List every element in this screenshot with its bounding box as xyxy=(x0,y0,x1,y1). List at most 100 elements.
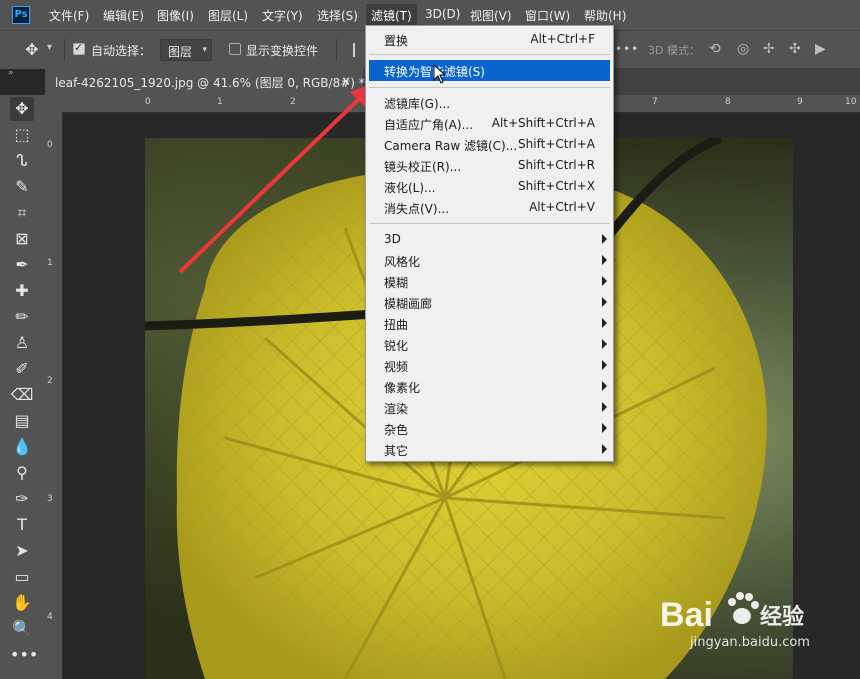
lasso-tool-icon[interactable]: ᔐ xyxy=(10,149,34,173)
blur-tool-icon[interactable]: 💧 xyxy=(10,435,34,459)
menu-3d[interactable]: 3D(D) xyxy=(425,7,460,21)
divider xyxy=(336,39,337,61)
crop-tool-icon[interactable]: ⌗ xyxy=(10,201,34,225)
show-transform-label: 显示变换控件 xyxy=(246,44,319,58)
submenu-arrow-icon xyxy=(602,234,607,244)
ruler-label: 10 xyxy=(845,97,857,107)
ruler-label: 1 xyxy=(217,97,223,107)
history-brush-tool-icon[interactable]: ✐ xyxy=(10,357,34,381)
menu-item-label: 滤镜库(G)... xyxy=(384,97,451,111)
menu-item-other[interactable]: 其它 xyxy=(366,439,613,460)
clone-stamp-tool-icon[interactable]: ♙ xyxy=(10,331,34,355)
menu-item-3d[interactable]: 3D xyxy=(366,229,613,250)
menu-item-stylize[interactable]: 风格化 xyxy=(366,250,613,271)
auto-select-checkbox[interactable] xyxy=(73,41,85,55)
healing-brush-tool-icon[interactable]: ✚ xyxy=(10,279,34,303)
collapse-panel-icon[interactable]: » xyxy=(8,68,14,78)
menu-item-blur[interactable]: 模糊 xyxy=(366,271,613,292)
document-tab-title: leaf-4262105_1920.jpg @ 41.6% (图层 0, RGB… xyxy=(55,76,365,90)
ruler-label: 9 xyxy=(797,97,803,107)
submenu-arrow-icon xyxy=(602,360,607,370)
menu-edit[interactable]: 编辑(E) xyxy=(103,7,144,24)
menu-item-camera-raw[interactable]: Camera Raw 滤镜(C)... Shift+Ctrl+A xyxy=(366,134,613,155)
submenu-arrow-icon xyxy=(602,297,607,307)
gradient-tool-icon[interactable]: ▤ xyxy=(10,409,34,433)
menu-divider xyxy=(369,223,610,224)
frame-tool-icon[interactable]: ⊠ xyxy=(10,227,34,251)
eyedropper-tool-icon[interactable]: ✒ xyxy=(10,253,34,277)
path-select-tool-icon[interactable]: ➤ xyxy=(10,539,34,563)
menu-item-pixelate[interactable]: 像素化 xyxy=(366,376,613,397)
menu-item-liquify[interactable]: 液化(L)... Shift+Ctrl+X xyxy=(366,176,613,197)
menu-view[interactable]: 视图(V) xyxy=(470,7,512,24)
hand-tool-icon[interactable]: ✋ xyxy=(10,591,34,615)
ruler-vertical: 0 1 2 3 4 xyxy=(45,112,63,679)
brush-tool-icon[interactable]: ✏ xyxy=(10,305,34,329)
quick-select-tool-icon[interactable]: ✎ xyxy=(10,175,34,199)
3d-camera-icon[interactable]: ▶ xyxy=(815,41,826,57)
menu-item-label: 模糊画廊 xyxy=(384,297,433,311)
menu-item-label: 自适应广角(A)... xyxy=(384,118,474,132)
menu-item-noise[interactable]: 杂色 xyxy=(366,418,613,439)
paw-icon xyxy=(728,592,759,624)
chevron-down-icon[interactable]: ▾ xyxy=(47,42,52,53)
type-tool-icon[interactable]: T xyxy=(10,513,34,537)
layer-select-dropdown[interactable]: 图层 ▾ xyxy=(160,39,212,61)
filter-dropdown-menu: 置换 Alt+Ctrl+F 转换为智能滤镜(S) 滤镜库(G)... 自适应广角… xyxy=(365,25,614,462)
ruler-label: 2 xyxy=(47,376,53,386)
menu-item-label: Camera Raw 滤镜(C)... xyxy=(384,139,518,153)
menu-item-convert-smart-filter[interactable]: 转换为智能滤镜(S) xyxy=(369,60,610,81)
menu-item-label: 渲染 xyxy=(384,402,409,416)
menu-item-sharpen[interactable]: 锐化 xyxy=(366,334,613,355)
move-tool-icon[interactable]: ✥ xyxy=(22,40,42,60)
menu-item-shortcut: Shift+Ctrl+R xyxy=(517,158,595,172)
submenu-arrow-icon xyxy=(602,318,607,328)
document-tab[interactable]: leaf-4262105_1920.jpg @ 41.6% (图层 0, RGB… xyxy=(45,68,365,95)
menu-filter[interactable]: 滤镜(T) xyxy=(366,4,417,27)
menu-item-label: 消失点(V)... xyxy=(384,202,450,216)
menu-item-lens-correction[interactable]: 镜头校正(R)... Shift+Ctrl+R xyxy=(366,155,613,176)
3d-slide-icon[interactable]: ✣ xyxy=(789,41,801,57)
3d-orbit-icon[interactable]: ⟲ xyxy=(709,41,721,57)
menu-item-blur-gallery[interactable]: 模糊画廊 xyxy=(366,292,613,313)
layer-select-value: 图层 xyxy=(168,45,193,59)
dodge-tool-icon[interactable]: ⚲ xyxy=(10,461,34,485)
more-tools-icon[interactable]: ••• xyxy=(10,643,38,667)
menu-item-filter-gallery[interactable]: 滤镜库(G)... xyxy=(366,92,613,113)
menu-item-adaptive-wide-angle[interactable]: 自适应广角(A)... Alt+Shift+Ctrl+A xyxy=(366,113,613,134)
menu-item-shortcut: Shift+Ctrl+A xyxy=(518,137,595,151)
ruler-label: 1 xyxy=(47,258,53,268)
eraser-tool-icon[interactable]: ⌫ xyxy=(10,383,34,407)
3d-mode-label: 3D 模式： xyxy=(648,44,700,57)
3d-roll-icon[interactable]: ◎ xyxy=(737,41,749,57)
more-options-icon[interactable]: ••• xyxy=(615,42,639,56)
zoom-tool-icon[interactable]: 🔍 xyxy=(10,617,34,641)
menu-divider xyxy=(369,87,610,88)
menu-item-label: 锐化 xyxy=(384,339,409,353)
baidu-brand-suffix: 经验 xyxy=(760,604,804,630)
menu-help[interactable]: 帮助(H) xyxy=(584,7,626,24)
menu-item-render[interactable]: 渲染 xyxy=(366,397,613,418)
submenu-arrow-icon xyxy=(602,444,607,454)
3d-pan-icon[interactable]: ✢ xyxy=(763,41,775,57)
menu-layer[interactable]: 图层(L) xyxy=(208,7,248,24)
photoshop-logo-icon[interactable]: Ps xyxy=(12,6,30,24)
menu-item-video[interactable]: 视频 xyxy=(366,355,613,376)
menu-select[interactable]: 选择(S) xyxy=(317,7,358,24)
menu-image[interactable]: 图像(I) xyxy=(157,7,194,24)
close-tab-icon[interactable]: × xyxy=(341,74,351,88)
menu-item-distort[interactable]: 扭曲 xyxy=(366,313,613,334)
menu-item-vanishing-point[interactable]: 消失点(V)... Alt+Ctrl+V xyxy=(366,197,613,218)
menu-file[interactable]: 文件(F) xyxy=(49,7,89,24)
rectangle-tool-icon[interactable]: ▭ xyxy=(10,565,34,589)
menu-item-displace[interactable]: 置换 Alt+Ctrl+F xyxy=(366,29,613,50)
move-tool-icon[interactable]: ✥ xyxy=(10,97,34,121)
ruler-label: 0 xyxy=(47,140,53,150)
pen-tool-icon[interactable]: ✑ xyxy=(10,487,34,511)
menu-type[interactable]: 文字(Y) xyxy=(262,7,303,24)
show-transform-checkbox[interactable] xyxy=(229,43,241,55)
align-left-icon[interactable] xyxy=(353,43,365,57)
menu-item-shortcut: Alt+Ctrl+V xyxy=(529,200,595,214)
menu-window[interactable]: 窗口(W) xyxy=(525,7,570,24)
marquee-tool-icon[interactable]: ⬚ xyxy=(10,123,34,147)
